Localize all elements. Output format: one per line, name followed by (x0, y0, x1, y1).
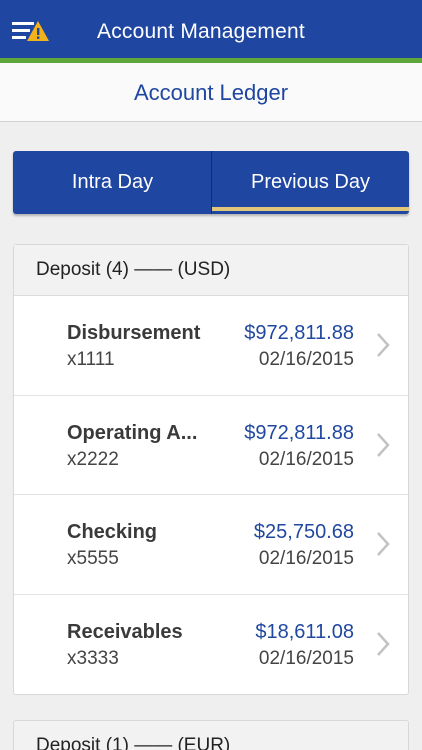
subheader: Account Ledger (0, 63, 422, 122)
top-app-bar: Account Management (0, 0, 422, 58)
account-name: Disbursement (67, 322, 201, 344)
page-title: Account Ledger (133, 80, 289, 105)
account-date: 02/16/2015 (258, 448, 354, 470)
account-balance: $18,611.08 (255, 620, 354, 643)
chevron-right-icon (377, 333, 390, 357)
group-header: Deposit (1) —— (EUR) (14, 721, 408, 750)
account-number: x1111 (67, 349, 115, 370)
account-group-eur: Deposit (1) —— (EUR) (13, 720, 409, 750)
account-balance: $972,811.88 (244, 421, 354, 444)
chevron-right-icon (377, 532, 390, 556)
account-row-disbursement[interactable]: Disbursement x1111 $972,811.88 02/16/201… (14, 296, 408, 396)
account-number: x3333 (67, 647, 119, 669)
account-name: Operating A... (67, 421, 198, 444)
group-header: Deposit (4) —— (USD) (14, 245, 408, 296)
account-date: 02/16/2015 (258, 548, 354, 569)
chevron-right-icon (377, 432, 390, 457)
account-name: Checking (67, 521, 158, 543)
chevron-right-icon (377, 631, 390, 656)
account-balance: $972,811.88 (244, 322, 354, 344)
app-title: Account Management (97, 20, 305, 43)
account-row-receivables[interactable]: Receivables x3333 $18,611.08 02/16/2015 (14, 595, 408, 695)
tab-intra-day[interactable]: Intra Day (13, 151, 212, 214)
account-group-usd: Deposit (4) —— (USD) Disbursement x1111 … (13, 244, 409, 695)
account-date: 02/16/2015 (258, 349, 354, 370)
account-number: x2222 (67, 448, 119, 470)
account-balance: $25,750.68 (253, 521, 354, 543)
menu-alert-icon[interactable] (12, 20, 50, 44)
account-row-operating[interactable]: Operating A... x2222 $972,811.88 02/16/2… (14, 396, 408, 495)
account-date: 02/16/2015 (258, 647, 354, 669)
selected-tab-indicator (212, 207, 409, 211)
account-row-checking[interactable]: Checking x5555 $25,750.68 02/16/2015 (14, 495, 408, 595)
account-number: x5555 (67, 548, 119, 569)
tab-previous-day[interactable]: Previous Day (212, 151, 409, 214)
account-name: Receivables (67, 620, 183, 643)
day-segmented-control: Intra Day Previous Day (13, 151, 409, 214)
